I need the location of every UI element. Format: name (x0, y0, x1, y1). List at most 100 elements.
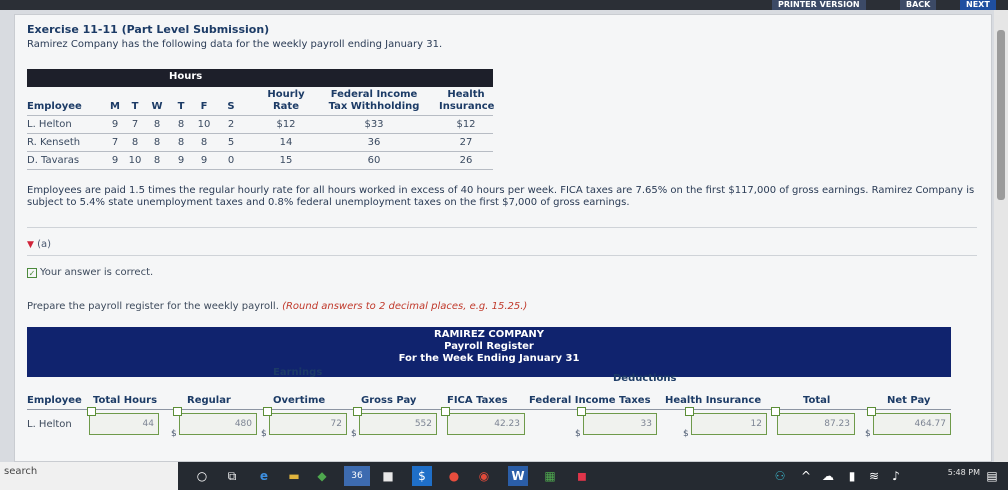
th-employee: Employee (27, 101, 82, 112)
row-hours-th: 8 (177, 119, 185, 130)
register-title: Payroll Register (444, 341, 534, 352)
dollar-sign: $ (261, 429, 267, 439)
network-icon[interactable]: ≋ (864, 466, 884, 486)
earnings-group-label: Earnings (273, 367, 323, 378)
th-health-line1: Health (447, 89, 485, 100)
correct-check-icon (867, 407, 876, 416)
col-employee: Employee (27, 395, 82, 406)
fica-taxes-input[interactable]: 42.23 (447, 413, 525, 435)
overtime-input[interactable]: 72 (269, 413, 347, 435)
th-w: W (151, 101, 163, 112)
col-total-hours: Total Hours (93, 395, 158, 406)
correct-check-icon (263, 407, 272, 416)
task-view-icon[interactable]: ⧉ (222, 466, 242, 486)
next-button[interactable]: NEXT (960, 0, 996, 10)
volume-icon[interactable]: ♪ (886, 466, 906, 486)
row-hours-t: 8 (131, 137, 139, 148)
prompt-text: Prepare the payroll register for the wee… (27, 301, 283, 312)
exercise-page: Exercise 11-11 (Part Level Submission) R… (14, 14, 992, 462)
prompt-hint: (Round answers to 2 decimal places, e.g.… (282, 301, 528, 312)
battery-icon[interactable]: ▮ (842, 466, 862, 486)
section-divider (27, 255, 977, 256)
onedrive-icon[interactable]: ☁ (818, 466, 838, 486)
notification-icon[interactable]: ▤ (982, 466, 1002, 486)
company-name: RAMIREZ COMPANY (434, 329, 544, 340)
row-hours-m: 7 (111, 137, 119, 148)
correct-check-icon (441, 407, 450, 416)
chrome-icon[interactable]: ● (444, 466, 464, 486)
answer-status: ✓ Your answer is correct. (27, 267, 153, 278)
row-hours-t: 10 (128, 155, 142, 166)
net-pay-input[interactable]: 464.77 (873, 413, 951, 435)
correct-check-icon (173, 407, 182, 416)
question-prompt: Prepare the payroll register for the wee… (27, 301, 527, 312)
people-icon[interactable]: ⚇ (770, 466, 790, 486)
row-health: 26 (459, 155, 473, 166)
row-hours-s: 5 (227, 137, 235, 148)
row-divider (27, 115, 493, 116)
printer-version-button[interactable]: PRINTER VERSION (772, 0, 866, 10)
maps-icon[interactable]: ◆ (312, 466, 332, 486)
back-button[interactable]: BACK (900, 0, 937, 10)
answer-status-text: Your answer is correct. (40, 267, 154, 278)
col-net-pay: Net Pay (887, 395, 931, 406)
tray-chevron-icon[interactable]: ^ (796, 466, 816, 486)
row-fed: 60 (367, 155, 381, 166)
word-icon[interactable]: W (508, 466, 528, 486)
instructions-paragraph: Employees are paid 1.5 times the regular… (27, 185, 975, 208)
th-s: S (227, 101, 235, 112)
media-icon[interactable]: ◉ (474, 466, 494, 486)
system-clock[interactable]: 5:48 PM (948, 468, 980, 478)
calendar-icon[interactable]: 36 (344, 466, 370, 486)
cortana-circle-icon[interactable]: ○ (192, 466, 212, 486)
th-th: T (177, 101, 185, 112)
th-f: F (200, 101, 208, 112)
section-divider (27, 227, 977, 228)
row-fed: $33 (364, 119, 384, 130)
edge-browser-icon[interactable]: e (254, 466, 274, 486)
dollar-sign: $ (171, 429, 177, 439)
row-rate: 15 (279, 155, 293, 166)
th-health-line2: Insurance (439, 101, 495, 112)
row-employee: D. Tavaras (27, 155, 80, 166)
hours-group-label: Hours (169, 71, 203, 82)
health-insurance-input[interactable]: 12 (691, 413, 767, 435)
dollar-sign: $ (575, 429, 581, 439)
row-employee: L. Helton (27, 119, 72, 130)
total-deductions-input[interactable]: 87.23 (777, 413, 855, 435)
red-app-icon[interactable]: ◼ (572, 466, 592, 486)
row-health: 27 (459, 137, 473, 148)
row-rate: $12 (276, 119, 296, 130)
correct-check-icon (577, 407, 586, 416)
th-fed-line1: Federal Income (330, 89, 418, 100)
scrollbar-thumb[interactable] (997, 30, 1005, 200)
row-hours-w: 8 (153, 137, 161, 148)
col-federal-income-taxes: Federal Income Taxes (529, 395, 651, 406)
vertical-scrollbar[interactable] (994, 10, 1008, 462)
register-row-employee: L. Helton (27, 419, 72, 430)
total-hours-input[interactable]: 44 (89, 413, 159, 435)
row-divider (27, 151, 493, 152)
row-hours-f: 8 (200, 137, 208, 148)
exercise-subtitle: Ramirez Company has the following data f… (27, 39, 443, 50)
hours-header-bar: Hours (27, 69, 493, 87)
exercise-title: Exercise 11-11 (Part Level Submission) (27, 23, 270, 36)
th-fed-line2: Tax Withholding (328, 101, 420, 112)
regular-input[interactable]: 480 (179, 413, 257, 435)
row-hours-m: 9 (111, 155, 119, 166)
calculator-icon[interactable]: ▦ (540, 466, 560, 486)
col-gross-pay: Gross Pay (361, 395, 417, 406)
gross-pay-input[interactable]: 552 (359, 413, 437, 435)
file-explorer-icon[interactable]: ▬ (284, 466, 304, 486)
row-fed: 36 (367, 137, 381, 148)
taskbar-search-box[interactable]: search (0, 462, 178, 490)
correct-check-icon (685, 407, 694, 416)
store-icon[interactable]: ■ (378, 466, 398, 486)
row-hours-th: 8 (177, 137, 185, 148)
windows-taskbar: search ○ ⧉ e ▬ ◆ 36 ■ $ ● ◉ W ▦ ◼ ⚇ ^ ☁ … (0, 462, 1008, 490)
app-s-icon[interactable]: $ (412, 466, 432, 486)
part-a-toggle[interactable]: ▼ (a) (27, 239, 51, 250)
federal-income-taxes-input[interactable]: 33 (583, 413, 657, 435)
row-hours-m: 9 (111, 119, 119, 130)
row-rate: 14 (279, 137, 293, 148)
